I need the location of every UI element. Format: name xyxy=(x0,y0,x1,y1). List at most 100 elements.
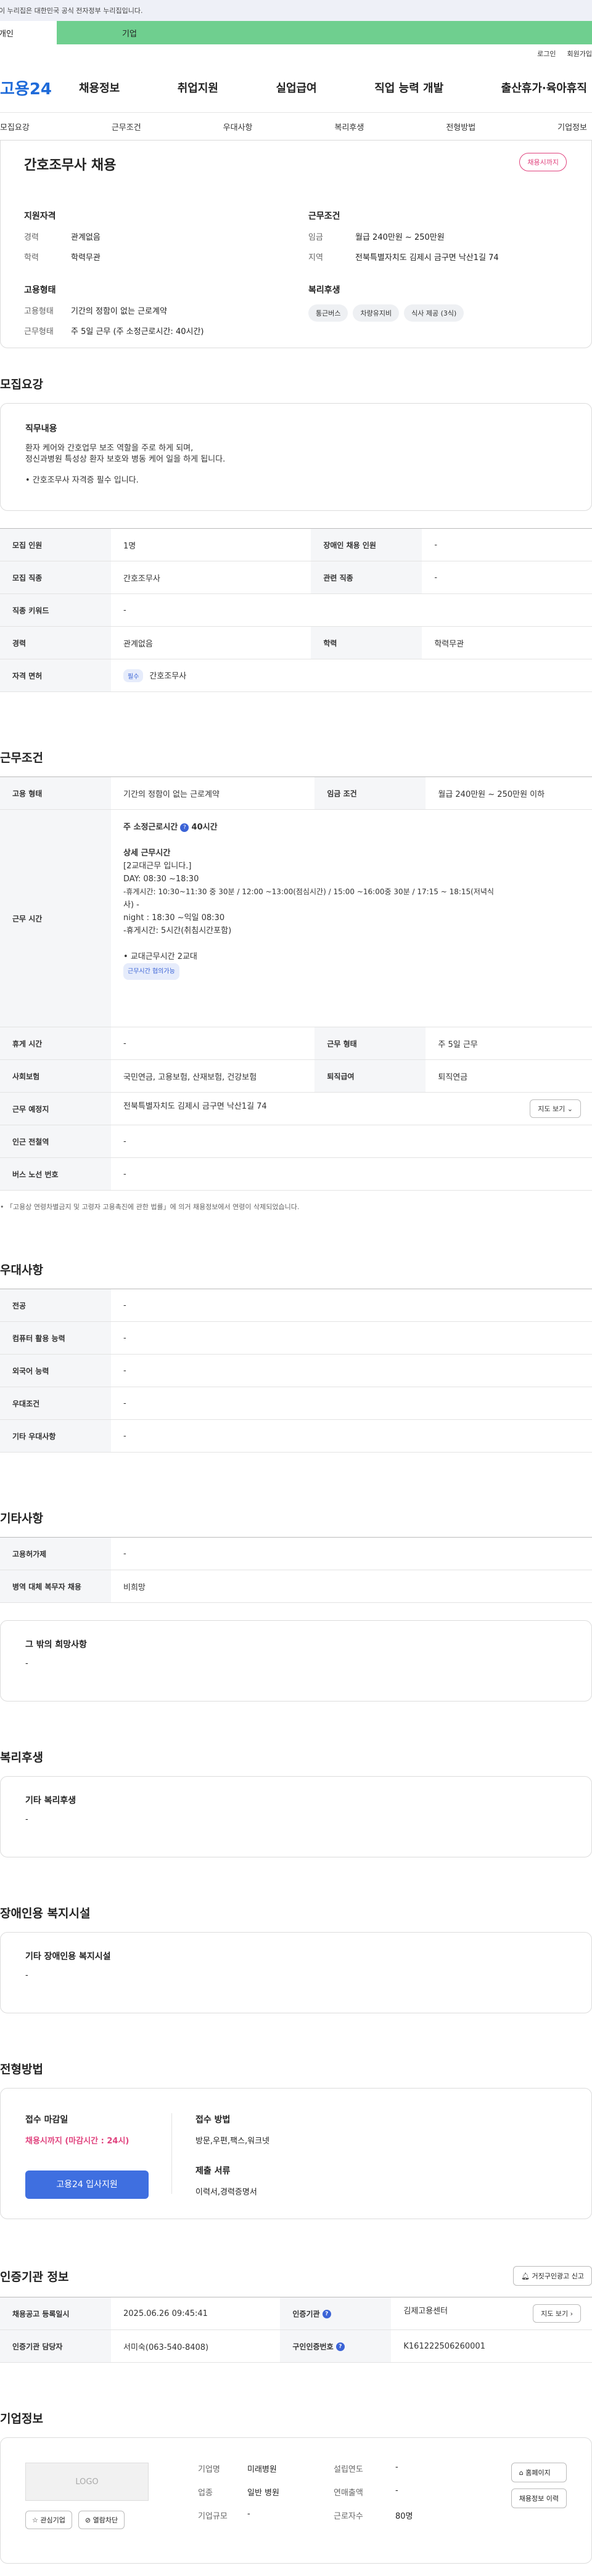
conditions-table: 고용 형태 기간의 정함이 없는 근로계약 임금 조건 월급 240만원 ~ 250… xyxy=(0,776,592,1191)
table-row: 인증기관 담당자 서미숙(063-540-8408) 구인인증번호 ? K1612… xyxy=(0,2329,592,2363)
bell-icon: 🔔︎ xyxy=(521,2272,530,2280)
gov-banner-text: 이 누리집은 대한민국 공식 전자정부 누리집입니다. xyxy=(0,7,143,15)
cond-wage: 임금 월급 240만원 ~ 250만원 xyxy=(308,233,445,242)
info-icon[interactable]: ? xyxy=(180,823,189,832)
company-links: ⌂ 홈페이지 채용정보 이력 xyxy=(511,2463,567,2538)
duty-heading: 직무내용 xyxy=(25,424,57,434)
subnav-conditions[interactable]: 근무조건 xyxy=(112,121,141,132)
welfare-summary-heading: 복리후생 xyxy=(308,285,340,295)
company-card: LOGO ☆ 관심기업 ⊘ 열람차단 기업명 미래병원 설립연도 - 업종 일반 병원… xyxy=(0,2437,592,2564)
subnav-welfare[interactable]: 복리후생 xyxy=(334,121,364,132)
job-title: 간호조무사 채용 xyxy=(24,158,117,173)
table-row: 경력 관계없음 학력 학력무관 xyxy=(0,626,592,659)
block-icon: ⊘ xyxy=(84,2516,91,2524)
tab-company[interactable]: 기업 xyxy=(57,21,592,44)
disabled-section: 장애인용 복지시설 기타 장애인용 복지시설 - xyxy=(0,1904,592,2013)
table-row: 채용공고 등록일시 2025.06.26 09:45:41 인증기관 ? 김제고용… xyxy=(0,2297,592,2330)
wish-heading: 그 밖의 희망사항 xyxy=(25,1640,87,1650)
gnb-item-parental-leave[interactable]: 출산휴가·육아휴직 xyxy=(501,79,587,96)
etc-table: 고용허가제 - 병역 대체 복무자 채용 비희망 xyxy=(0,1537,592,1603)
company-section: 기업정보 LOGO ☆ 관심기업 ⊘ 열람차단 기업명 미래병원 설립연도 - 업종… xyxy=(0,2410,592,2564)
company-info: 기업명 미래병원 설립연도 - 업종 일반 병원 연매출액 - 기업규모 - 근로자수 80… xyxy=(198,2463,413,2521)
gnb-item-vocational-training[interactable]: 직업 능력 개발 xyxy=(374,79,443,96)
prefer-table: 전공 - 컴퓨터 활용 능력 - 외국어 능력 - 우대조건 - 기타 우대사항 - xyxy=(0,1289,592,1453)
gnb-menu: 채용정보 취업지원 실업급여 직업 능력 개발 출산휴가·육아휴직 xyxy=(79,79,592,96)
welfare-chips: 통근버스 차량유지비 식사 제공 (3식) xyxy=(308,304,568,322)
etc-section: 기타사항 고용허가제 - 병역 대체 복무자 채용 비희망 그 밖의 희망사항 - xyxy=(0,1509,592,1702)
disabled-box-heading: 기타 장애인용 복지시설 xyxy=(25,1952,111,1962)
docs-heading: 제출 서류 xyxy=(195,2166,231,2176)
employment-type-block: 고용형태 고용형태 기간의 정함이 없는 근로계약 근무형태 주 5일 근무 (주 … xyxy=(24,283,284,336)
company-heading: 기업정보 xyxy=(0,2412,43,2426)
chevron-right-icon: › xyxy=(570,2310,573,2318)
table-row: 직종 키워드 - xyxy=(0,593,592,627)
disabled-heading: 장애인용 복지시설 xyxy=(0,1907,91,1920)
cond-region: 지역 전북특별자치도 김제시 금구면 낙산1길 74 xyxy=(308,253,499,263)
gnb-item-jobs[interactable]: 채용정보 xyxy=(79,79,120,96)
cert-head: 인증기관 정보 🔔︎ 거짓구인광고 신고 xyxy=(0,2266,592,2286)
qualification-block: 지원자격 경력 관계없음 학력 학력무관 xyxy=(24,210,284,263)
condition-block: 근무조건 임금 월급 240만원 ~ 250만원 지역 전북특별자치도 김제시 금구… xyxy=(308,210,568,263)
work-form: 근무형태 주 5일 근무 (주 소정근로시간: 40시간) xyxy=(24,327,204,336)
tab-individual[interactable]: 개인 xyxy=(0,21,57,44)
history-button[interactable]: 채용정보 이력 xyxy=(511,2488,567,2508)
util-bar: 로그인 회원가입 xyxy=(0,44,592,63)
home-icon: ⌂ xyxy=(519,2469,524,2477)
chevron-down-icon: ⌄ xyxy=(567,1105,573,1113)
table-row: 병역 대체 복무자 채용 비희망 xyxy=(0,1570,592,1603)
disabled-box-value: - xyxy=(25,1971,28,1980)
deadline-value: 채용시까지 (마감시간 : 24시) xyxy=(25,2137,130,2146)
apply-button[interactable]: 고용24 입사지원 xyxy=(25,2170,149,2199)
table-row: 버스 노선 번호 - xyxy=(0,1157,592,1191)
recruit-table: 모집 인원 1명 장애인 채용 인원 - 모집 직종 간호조무사 관련 직종 - 직종 … xyxy=(0,528,592,692)
subnav-recruit[interactable]: 모집요강 xyxy=(0,121,30,132)
negotiable-badge: 근무시간 협의가능 xyxy=(123,963,179,980)
homepage-button[interactable]: ⌂ 홈페이지 xyxy=(511,2463,567,2482)
subnav-process[interactable]: 전형방법 xyxy=(446,121,475,132)
report-button[interactable]: 🔔︎ 거짓구인광고 신고 xyxy=(513,2266,592,2286)
gnb-item-employment-support[interactable]: 취업지원 xyxy=(178,79,218,96)
org-map-button[interactable]: 지도 보기 › xyxy=(533,2304,581,2323)
welfare-section: 복리후생 기타 복리후생 - xyxy=(0,1748,592,1857)
work-time-detail: 주 소정근로시간 ? 40시간 상세 근무시간 [2교대근무 입니다.] DAY… xyxy=(111,810,592,1027)
info-icon[interactable]: ? xyxy=(322,2310,331,2318)
duty-card: 직무내용 환자 케어와 간호업무 보조 역할을 주로 하게 되며, 정신과병원 … xyxy=(0,403,592,511)
etc-heading: 기타사항 xyxy=(0,1512,43,1525)
process-card: 접수 마감일 채용시까지 (마감시간 : 24시) 고용24 입사지원 접수 방… xyxy=(0,2088,592,2219)
disabled-card: 기타 장애인용 복지시설 - xyxy=(0,1932,592,2013)
table-row: 근무 시간 주 소정근로시간 ? 40시간 상세 근무시간 [2교대근무 입니다… xyxy=(0,809,592,1027)
recruit-section: 모집요강 직무내용 환자 케어와 간호업무 보조 역할을 주로 하게 되며, 정… xyxy=(0,375,592,692)
site-logo[interactable]: 고용24 xyxy=(0,76,79,99)
process-section: 전형방법 접수 마감일 채용시까지 (마감시간 : 24시) 고용24 입사지원… xyxy=(0,2060,592,2219)
employment-type-heading: 고용형태 xyxy=(24,285,56,295)
table-row: 모집 인원 1명 장애인 채용 인원 - xyxy=(0,528,592,561)
table-row: 기타 우대사항 - xyxy=(0,1419,592,1453)
map-button[interactable]: 지도 보기 ⌄ xyxy=(530,1099,581,1118)
method-value: 방문,우편,팩스,워크넷 xyxy=(195,2137,270,2146)
deadline-col: 접수 마감일 채용시까지 (마감시간 : 24시) 고용24 입사지원 xyxy=(25,2113,172,2199)
gnb-item-unemployment-benefit[interactable]: 실업급여 xyxy=(276,79,317,96)
table-row: 전공 - xyxy=(0,1289,592,1322)
welfare-chip: 통근버스 xyxy=(308,304,348,322)
duty-line: 환자 케어와 간호업무 보조 역할을 주로 하게 되며, xyxy=(25,444,194,453)
age-note: • 「고용상 연령차별금지 및 고령자 고용촉진에 관한 법률」에 의거 채용정… xyxy=(0,1203,300,1211)
signup-link[interactable]: 회원가입 xyxy=(567,49,592,59)
subnav-company[interactable]: 기업정보 xyxy=(557,121,587,132)
welfare-card: 기타 복리후생 - xyxy=(0,1776,592,1857)
company-logo: LOGO xyxy=(25,2463,149,2501)
info-icon[interactable]: ? xyxy=(335,2342,345,2351)
welfare-chip: 차량유지비 xyxy=(353,304,400,322)
required-badge: 필수 xyxy=(123,669,144,682)
subnav-prefer[interactable]: 우대사항 xyxy=(223,121,253,132)
table-row: 인근 전철역 - xyxy=(0,1125,592,1158)
user-tabbar: 개인 기업 xyxy=(0,21,592,44)
login-link[interactable]: 로그인 xyxy=(537,49,556,59)
cert-table: 채용공고 등록일시 2025.06.26 09:45:41 인증기관 ? 김제고용… xyxy=(0,2297,592,2363)
table-row: 근무 예정지 전북특별자치도 김제시 금구면 낙산1길 74 지도 보기 ⌄ xyxy=(0,1092,592,1125)
emp-type: 고용형태 기간의 정함이 없는 근로계약 xyxy=(24,307,167,316)
wish-value: - xyxy=(25,1659,28,1668)
prefer-heading: 우대사항 xyxy=(0,1263,43,1277)
method-col: 접수 방법 방문,우편,팩스,워크넷 제출 서류 이력서,경력증명서 xyxy=(172,2113,270,2197)
summary-right: 근무조건 임금 월급 240만원 ~ 250만원 지역 전북특별자치도 김제시 금구… xyxy=(308,210,568,348)
welfare-summary-block: 복리후생 통근버스 차량유지비 식사 제공 (3식) xyxy=(308,283,568,322)
